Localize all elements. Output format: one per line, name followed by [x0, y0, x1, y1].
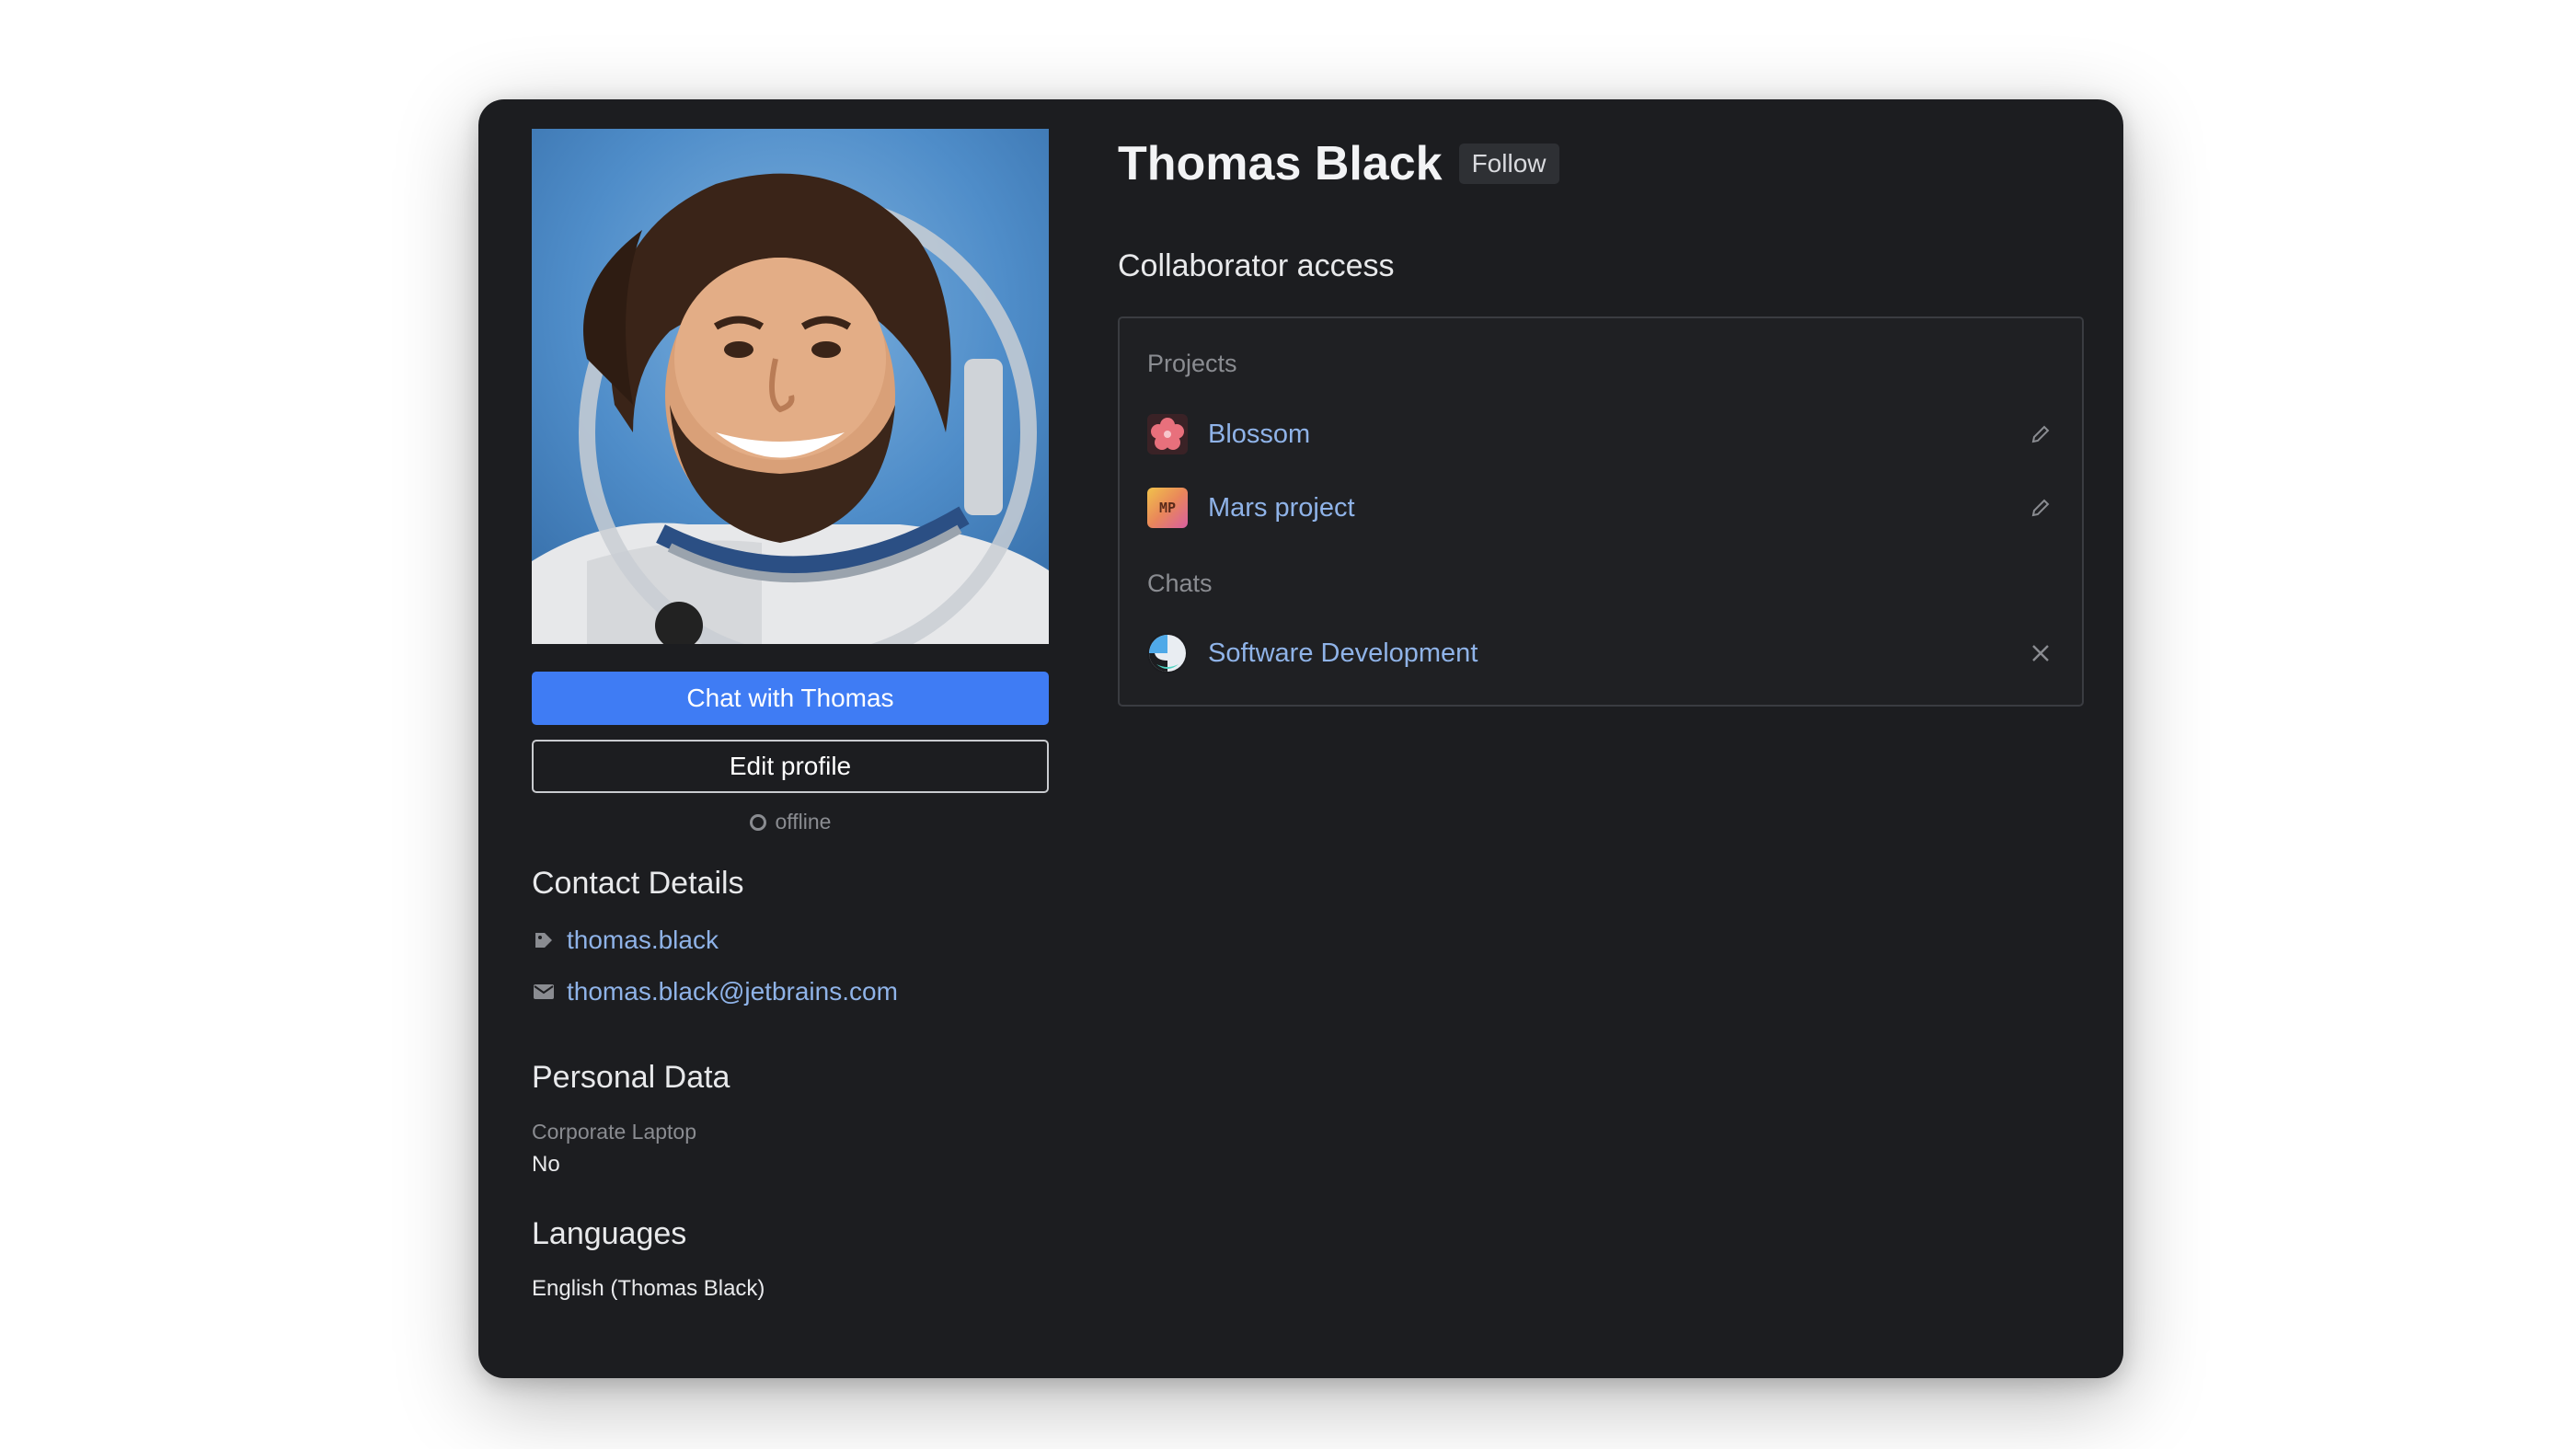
- email-user: thomas.black: [567, 977, 719, 1006]
- email-domain: @jetbrains.com: [718, 977, 898, 1006]
- globe-icon: [1147, 633, 1188, 673]
- mp-badge-text: MP: [1158, 500, 1177, 516]
- corporate-laptop-label: Corporate Laptop: [532, 1120, 697, 1144]
- projects-label: Projects: [1147, 350, 1237, 377]
- edit-profile-button[interactable]: Edit profile: [532, 740, 1049, 793]
- tag-icon: [532, 928, 556, 952]
- chats-label: Chats: [1147, 569, 1213, 597]
- profile-card: Chat with Thomas Edit profile offline Co…: [478, 99, 2123, 1378]
- collaborator-access-panel: Projects Blossom MP Mars project Chats S…: [1118, 316, 2084, 707]
- offline-status-icon: [749, 813, 766, 831]
- chat-name[interactable]: Software Development: [1208, 638, 2027, 669]
- email-row[interactable]: thomas.black@jetbrains.com: [532, 977, 1049, 1006]
- personal-data-title: Personal Data: [532, 1060, 730, 1095]
- profile-name: Thomas Black: [1118, 137, 1443, 190]
- left-column: Chat with Thomas Edit profile offline Co…: [532, 129, 1049, 1302]
- collaborator-access-title: Collaborator access: [1118, 248, 1395, 283]
- page: Chat with Thomas Edit profile offline Co…: [0, 0, 2576, 1449]
- follow-button[interactable]: Follow: [1458, 144, 1559, 184]
- mp-badge: MP: [1147, 488, 1188, 528]
- project-item-blossom[interactable]: Blossom: [1147, 412, 2054, 456]
- chat-item-software-development[interactable]: Software Development: [1147, 631, 2054, 675]
- chat-button[interactable]: Chat with Thomas: [532, 672, 1049, 725]
- username-link[interactable]: thomas.black: [567, 926, 719, 955]
- project-item-mars[interactable]: MP Mars project: [1147, 486, 2054, 530]
- project-name[interactable]: Blossom: [1208, 420, 2027, 450]
- profile-header: Thomas Black Follow: [1118, 136, 1559, 191]
- contact-details-title: Contact Details: [532, 866, 744, 901]
- mail-icon: [532, 980, 556, 1004]
- edit-icon[interactable]: [2027, 494, 2054, 522]
- flower-icon: [1147, 414, 1188, 454]
- presence-status: offline: [532, 810, 1049, 834]
- username-row[interactable]: thomas.black: [532, 926, 1049, 955]
- project-name[interactable]: Mars project: [1208, 493, 2027, 523]
- status-text: offline: [775, 810, 832, 834]
- email-link[interactable]: thomas.black@jetbrains.com: [567, 977, 898, 1006]
- languages-value: English (Thomas Black): [532, 1276, 765, 1301]
- corporate-laptop-value: No: [532, 1152, 560, 1177]
- edit-icon[interactable]: [2027, 420, 2054, 448]
- profile-photo: [532, 129, 1049, 644]
- close-icon[interactable]: [2027, 639, 2054, 667]
- languages-title: Languages: [532, 1216, 687, 1251]
- astronaut-portrait: [532, 129, 1049, 644]
